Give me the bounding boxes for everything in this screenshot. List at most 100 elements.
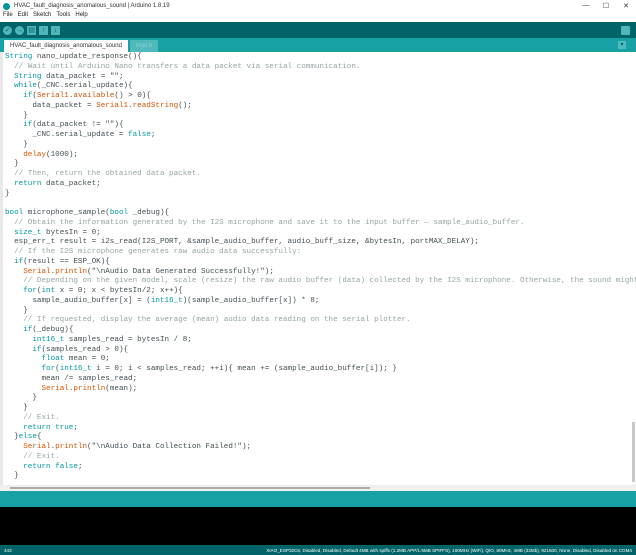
vertical-scrollbar[interactable] xyxy=(632,422,635,482)
menu-file[interactable]: File xyxy=(3,12,13,22)
code-token: } xyxy=(5,111,28,120)
code-line: Serial.println("\nAudio Data Collection … xyxy=(5,443,636,453)
code-token: mean = 0; xyxy=(64,355,110,364)
verify-button[interactable]: ✓ xyxy=(3,25,12,35)
code-token: } xyxy=(5,433,19,442)
code-keyword: true xyxy=(55,423,74,432)
code-token: (); xyxy=(178,101,192,110)
code-token: x = 0; x < bytesIn/2; x++){ xyxy=(55,287,183,295)
code-text[interactable]: String nano_update_response(){ // Wait u… xyxy=(5,53,636,482)
code-keyword: return xyxy=(23,462,51,471)
code-line: // Obtain the information generated by t… xyxy=(5,219,636,229)
code-token: _CNC.serial_update = xyxy=(5,131,129,139)
code-token: () > 0){ xyxy=(114,92,151,100)
status-bar: 443 XIAO_ESP32C6, Disabled, Disabled, De… xyxy=(0,545,636,555)
code-line: } xyxy=(5,112,636,122)
menu-sketch[interactable]: Sketch xyxy=(33,12,51,22)
code-keyword: while xyxy=(14,82,37,91)
code-keyword: return xyxy=(14,179,42,188)
code-line: String data_packet = ""; xyxy=(5,73,636,83)
code-token: } xyxy=(5,404,28,412)
code-comment: // If the I2S microphone generates raw a… xyxy=(5,248,302,256)
board-config: XIAO_ESP32C6, Disabled, Disabled, Defaul… xyxy=(266,547,632,553)
code-keyword: int xyxy=(41,287,56,295)
code-line: float mean = 0; xyxy=(5,355,636,365)
code-token: ("\nAudio Data Collection Failed!"); xyxy=(87,443,252,451)
code-keyword: float xyxy=(41,355,65,364)
code-line: sample_audio_buffer[x] = (int16_t)(sampl… xyxy=(5,297,636,307)
code-line: return false; xyxy=(5,463,636,473)
code-token: data_packet; xyxy=(41,179,101,188)
code-line: return true; xyxy=(5,424,636,434)
code-line: if(Serial1.available() > 0){ xyxy=(5,92,636,102)
code-function: println xyxy=(55,267,88,276)
save-button[interactable]: ↓ xyxy=(51,25,60,35)
code-keyword: if xyxy=(14,257,24,266)
code-keyword: if xyxy=(23,92,33,100)
code-line: if(_debug){ xyxy=(5,326,636,336)
code-comment: // Depending on the given model, scale (… xyxy=(5,277,636,286)
code-token: (result == ESP_OK){ xyxy=(23,257,110,266)
code-editor[interactable]: String nano_update_response(){ // Wait u… xyxy=(0,52,636,485)
code-token: } xyxy=(5,394,37,403)
tab-bar: HVAC_fault_diagnosis_anomalous_sound log… xyxy=(0,38,636,52)
code-keyword: String xyxy=(5,53,33,61)
close-button[interactable]: ✕ xyxy=(616,2,636,10)
code-keyword: for xyxy=(23,287,37,295)
code-keyword: return xyxy=(23,423,51,432)
menu-edit[interactable]: Edit xyxy=(18,12,28,22)
code-comment: // Exit. xyxy=(5,452,60,461)
code-line: // Wait until Arduino Nano transfers a d… xyxy=(5,63,636,73)
code-line: // Exit. xyxy=(5,414,636,424)
tab-main-sketch[interactable]: HVAC_fault_diagnosis_anomalous_sound xyxy=(4,40,128,52)
upload-button[interactable]: → xyxy=(15,25,24,35)
tab-menu-button[interactable]: ▾ xyxy=(618,41,626,49)
minimize-button[interactable]: — xyxy=(576,2,596,10)
code-token: (samples_read > 0){ xyxy=(41,345,129,354)
code-function: println xyxy=(55,443,88,451)
code-token: ; xyxy=(77,462,83,471)
code-token: (1000); xyxy=(46,150,78,159)
code-line: } xyxy=(5,404,636,414)
code-line: } xyxy=(5,190,636,200)
open-button[interactable]: ↑ xyxy=(39,25,48,35)
serial-monitor-icon[interactable] xyxy=(621,25,630,35)
message-area xyxy=(0,491,636,507)
code-function: Serial1 xyxy=(96,101,129,110)
new-button[interactable]: ▤ xyxy=(27,25,36,35)
code-line: // Depending on the given model, scale (… xyxy=(5,277,636,287)
code-comment: // Exit. xyxy=(5,413,60,422)
code-keyword: else xyxy=(18,433,37,442)
code-token: ; xyxy=(73,423,78,432)
menu-tools[interactable]: Tools xyxy=(56,12,70,22)
code-line: if(samples_read > 0){ xyxy=(5,346,636,356)
code-token: } xyxy=(5,472,19,481)
menu-help[interactable]: Help xyxy=(75,12,87,22)
code-keyword: false xyxy=(55,462,78,471)
arduino-logo-icon xyxy=(3,2,10,10)
code-token: ("\nAudio Data Generated Successfully!")… xyxy=(87,267,274,276)
maximize-button[interactable]: ☐ xyxy=(596,2,616,10)
code-line: size_t bytesIn = 0; xyxy=(5,229,636,239)
code-keyword: size_t xyxy=(14,228,42,237)
scroll-thumb[interactable] xyxy=(10,487,370,489)
code-line: // If requested, display the average (me… xyxy=(5,316,636,326)
code-line: Serial.println("\nAudio Data Generated S… xyxy=(5,268,636,278)
tab-logo[interactable]: logo.h xyxy=(129,40,159,52)
code-line: return data_packet; xyxy=(5,180,636,190)
code-function: delay xyxy=(23,150,47,159)
code-function: Serial xyxy=(41,384,69,393)
code-token: _debug){ xyxy=(128,209,170,217)
console-output xyxy=(0,507,636,545)
